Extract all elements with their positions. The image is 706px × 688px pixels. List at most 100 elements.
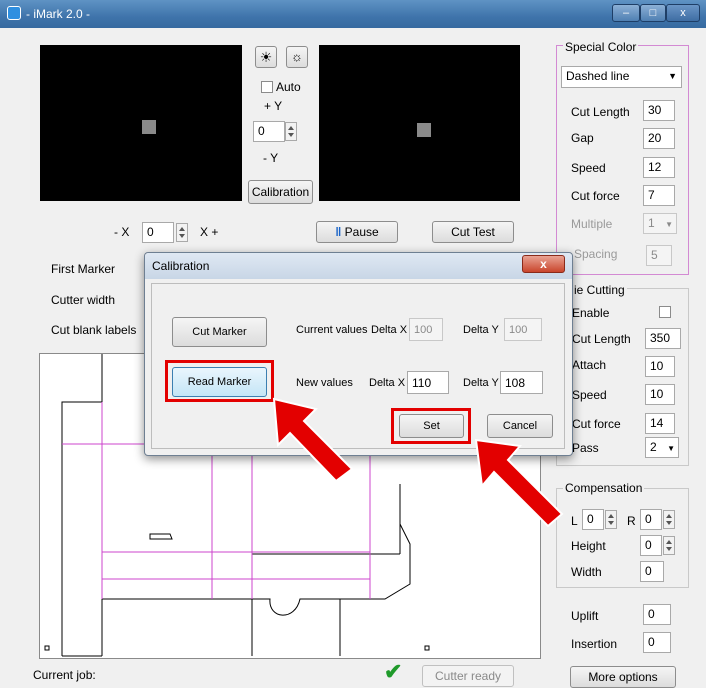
close-button[interactable]: x [666, 4, 700, 22]
minimize-button[interactable]: – [612, 4, 640, 22]
sc-spacing-label: Spacing [574, 247, 618, 261]
dc-attach-input[interactable]: 10 [645, 356, 675, 377]
dialog-close-button[interactable]: x [522, 255, 565, 273]
comp-r-label: R [627, 514, 636, 528]
insertion-input[interactable]: 0 [643, 632, 671, 653]
minus-y-label: - Y [263, 151, 279, 165]
x-offset-input[interactable]: 0 [142, 222, 174, 243]
compensation-title: Compensation [563, 481, 645, 495]
dc-attach-label: Attach [572, 358, 607, 372]
pause-label: Pause [344, 225, 379, 239]
chevron-down-icon: ▼ [667, 444, 675, 453]
more-options-button[interactable]: More options [570, 666, 676, 688]
arrow-to-read-marker-icon [272, 397, 354, 483]
brightness-up-icon[interactable]: ☀ [255, 46, 277, 68]
dc-pass-value: 2 [650, 440, 657, 454]
current-delta-x-label: Delta X [371, 324, 408, 336]
line-mode-select[interactable]: Dashed line ▼ [561, 66, 682, 88]
new-delta-y-label: Delta Y [463, 377, 499, 389]
comp-height-input[interactable]: 0 [640, 535, 662, 556]
auto-label: Auto [276, 80, 301, 94]
sc-multiple-select[interactable]: 1 ▼ [643, 213, 677, 234]
comp-r-spinner[interactable] [663, 510, 675, 529]
dc-pass-label: Pass [572, 441, 599, 455]
comp-width-label: Width [571, 565, 602, 579]
new-values-label: New values [296, 377, 353, 389]
dc-enable-checkbox[interactable] [659, 306, 671, 318]
checkmark-icon: ✔ [384, 659, 403, 684]
cut-test-button[interactable]: Cut Test [432, 221, 514, 243]
comp-width-input[interactable]: 0 [640, 561, 664, 582]
cut-blank-labels-label: Cut blank labels [51, 323, 137, 337]
new-delta-y-input[interactable]: 108 [500, 371, 543, 394]
insertion-label: Insertion [571, 637, 618, 651]
camera-view-right [319, 45, 520, 201]
sc-gap-label: Gap [571, 131, 594, 145]
plus-x-label: X + [200, 225, 219, 239]
window-title: - iMark 2.0 - [26, 7, 91, 21]
comp-l-label: L [571, 514, 578, 528]
comp-height-spinner[interactable] [663, 536, 675, 555]
current-delta-x-input[interactable]: 100 [409, 318, 443, 341]
uplift-input[interactable]: 0 [643, 604, 671, 625]
line-mode-value: Dashed line [566, 69, 630, 83]
new-delta-x-label: Delta X [369, 377, 406, 389]
sc-cut-force-input[interactable]: 7 [643, 185, 675, 206]
sc-cut-force-label: Cut force [571, 189, 620, 203]
plus-y-label: + Y [264, 99, 283, 113]
title-bar [0, 0, 706, 28]
set-highlight [391, 408, 471, 444]
y-offset-input[interactable]: 0 [253, 121, 285, 142]
app-icon [7, 6, 21, 20]
dc-pass-select[interactable]: 2 ▼ [645, 437, 679, 458]
sc-speed-label: Speed [571, 161, 606, 175]
read-marker-highlight [165, 360, 274, 402]
uplift-label: Uplift [571, 609, 599, 623]
camera-view-left [40, 45, 242, 201]
current-job-label: Current job: [33, 668, 96, 682]
auto-checkbox[interactable] [261, 81, 273, 93]
sc-gap-input[interactable]: 20 [643, 128, 675, 149]
current-values-label: Current values [296, 324, 368, 336]
arrow-to-set-icon [474, 438, 564, 528]
current-delta-y-input[interactable]: 100 [504, 318, 542, 341]
comp-height-label: Height [571, 539, 606, 553]
calibration-button[interactable]: Calibration [248, 180, 313, 204]
cut-marker-button[interactable]: Cut Marker [172, 317, 267, 347]
sc-multiple-value: 1 [648, 216, 655, 230]
minus-x-label: - X [114, 225, 130, 239]
x-offset-spinner[interactable] [176, 223, 188, 242]
sc-speed-input[interactable]: 12 [643, 157, 675, 178]
comp-l-input[interactable]: 0 [582, 509, 604, 530]
brightness-down-icon[interactable]: ☼ [286, 46, 308, 68]
sc-cut-length-input[interactable]: 30 [643, 100, 675, 121]
dc-cut-length-label: Cut Length [572, 332, 631, 346]
dc-speed-input[interactable]: 10 [645, 384, 675, 405]
comp-r-input[interactable]: 0 [640, 509, 662, 530]
dialog-title: Calibration [152, 259, 210, 273]
maximize-button[interactable]: □ [640, 4, 666, 22]
dc-cut-length-input[interactable]: 350 [645, 328, 681, 349]
pause-button[interactable]: ‖ Pause [316, 221, 398, 243]
sc-multiple-label: Multiple [571, 217, 613, 231]
marker-blip [142, 120, 156, 134]
chevron-down-icon: ▼ [665, 220, 673, 229]
special-color-title: Special Color [563, 40, 639, 54]
sc-cut-length-label: Cut Length [571, 105, 630, 119]
dc-speed-label: Speed [572, 388, 607, 402]
dc-cut-force-label: Cut force [572, 417, 621, 431]
dc-cut-force-input[interactable]: 14 [645, 413, 675, 434]
chevron-down-icon: ▼ [668, 71, 677, 81]
die-cutting-title: ie Cutting [572, 283, 627, 297]
current-delta-y-label: Delta Y [463, 324, 499, 336]
pause-icon: ‖ [335, 225, 342, 239]
cutter-width-label: Cutter width [51, 293, 116, 307]
y-offset-spinner[interactable] [285, 122, 297, 141]
first-marker-label: First Marker [51, 262, 115, 276]
dc-enable-label: Enable [572, 306, 610, 320]
close-icon: x [540, 257, 547, 271]
comp-l-spinner[interactable] [605, 510, 617, 529]
marker-blip [417, 123, 431, 137]
sc-spacing-input[interactable]: 5 [646, 245, 672, 266]
new-delta-x-input[interactable]: 110 [407, 371, 449, 394]
